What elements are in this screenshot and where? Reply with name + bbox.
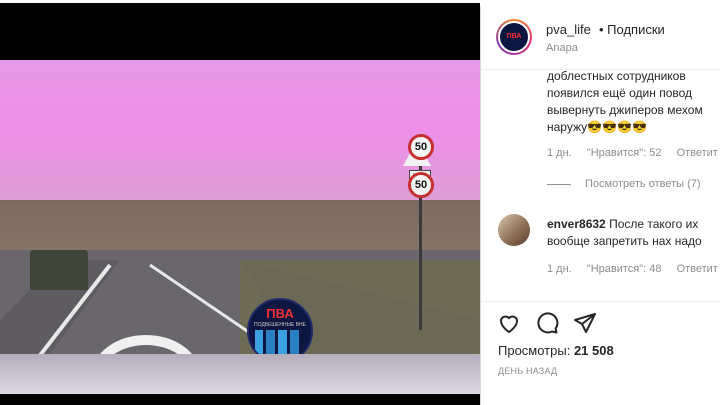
truck-image [30, 250, 88, 290]
video-player[interactable]: 50 500м 50 50 ПВА ПОДВЕШЕННЫЕ ВНЕ [0, 6, 480, 405]
comment-icon[interactable] [535, 311, 559, 335]
author-avatar[interactable]: ПВА [496, 19, 532, 55]
comment-text-line: вывернуть джиперов мехом [547, 103, 703, 117]
comment-text-line: появился ещё один повод [547, 86, 693, 100]
post-side-panel: ПВА pva_life • Подписки Anapa доблестных… [480, 6, 720, 405]
speed-limit-sign: 50 [408, 172, 434, 198]
comment-likes[interactable]: "Нравится": 52 [587, 147, 662, 159]
road-lines [0, 260, 480, 394]
post-date[interactable]: ДЕНЬ НАЗАД [498, 366, 557, 376]
video-frame[interactable]: 50 500м 50 50 ПВА ПОДВЕШЕННЫЕ ВНЕ [0, 60, 480, 394]
views-value: 21 508 [573, 343, 614, 358]
author-username[interactable]: pva_life [546, 22, 591, 37]
following-button[interactable]: • Подписки [599, 22, 665, 37]
comment-text-line: доблестных сотрудников [547, 69, 686, 83]
city-skyline-icon [255, 330, 305, 354]
comment-meta: 1 дн. "Нравится": 52 Ответит [547, 147, 720, 159]
comment-time[interactable]: 1 дн. [547, 263, 572, 275]
comment-meta: 1 дн. "Нравится": 48 Ответит [547, 263, 720, 275]
comment-time[interactable]: 1 дн. [547, 147, 572, 159]
commenter-avatar[interactable] [498, 214, 530, 246]
comment-text-line: enver8632 После такого их [547, 216, 698, 232]
heart-icon[interactable] [497, 311, 521, 335]
replies-dash [547, 183, 571, 185]
car-hood [0, 354, 480, 394]
logo-text: ПВА [266, 306, 294, 321]
views-label: Просмотры: [498, 343, 571, 358]
view-replies-button[interactable]: Посмотреть ответы (7) [547, 178, 701, 190]
actions-divider [481, 301, 720, 302]
reply-button[interactable]: Ответит [677, 263, 718, 275]
comment-text-line: вообще запретить нах надо [547, 234, 702, 248]
comment-likes[interactable]: "Нравится": 48 [587, 263, 662, 275]
comment-text-line: наружу😎😎😎😎 [547, 120, 647, 134]
comment-text: После такого их [609, 217, 699, 231]
replies-label: Посмотреть ответы (7) [585, 178, 701, 190]
view-count[interactable]: Просмотры: 21 508 [498, 343, 614, 358]
logo-subtext: ПОДВЕШЕННЫЕ ВНЕ [254, 322, 306, 328]
speed-limit-sign: 50 [408, 134, 434, 160]
post-header: ПВА pva_life • Подписки Anapa [481, 6, 720, 70]
commenter-username[interactable]: enver8632 [547, 217, 606, 231]
avatar-text: ПВА [498, 21, 530, 53]
post-location[interactable]: Anapa [546, 42, 578, 54]
share-icon[interactable] [573, 311, 597, 335]
reply-button[interactable]: Ответит [677, 147, 718, 159]
